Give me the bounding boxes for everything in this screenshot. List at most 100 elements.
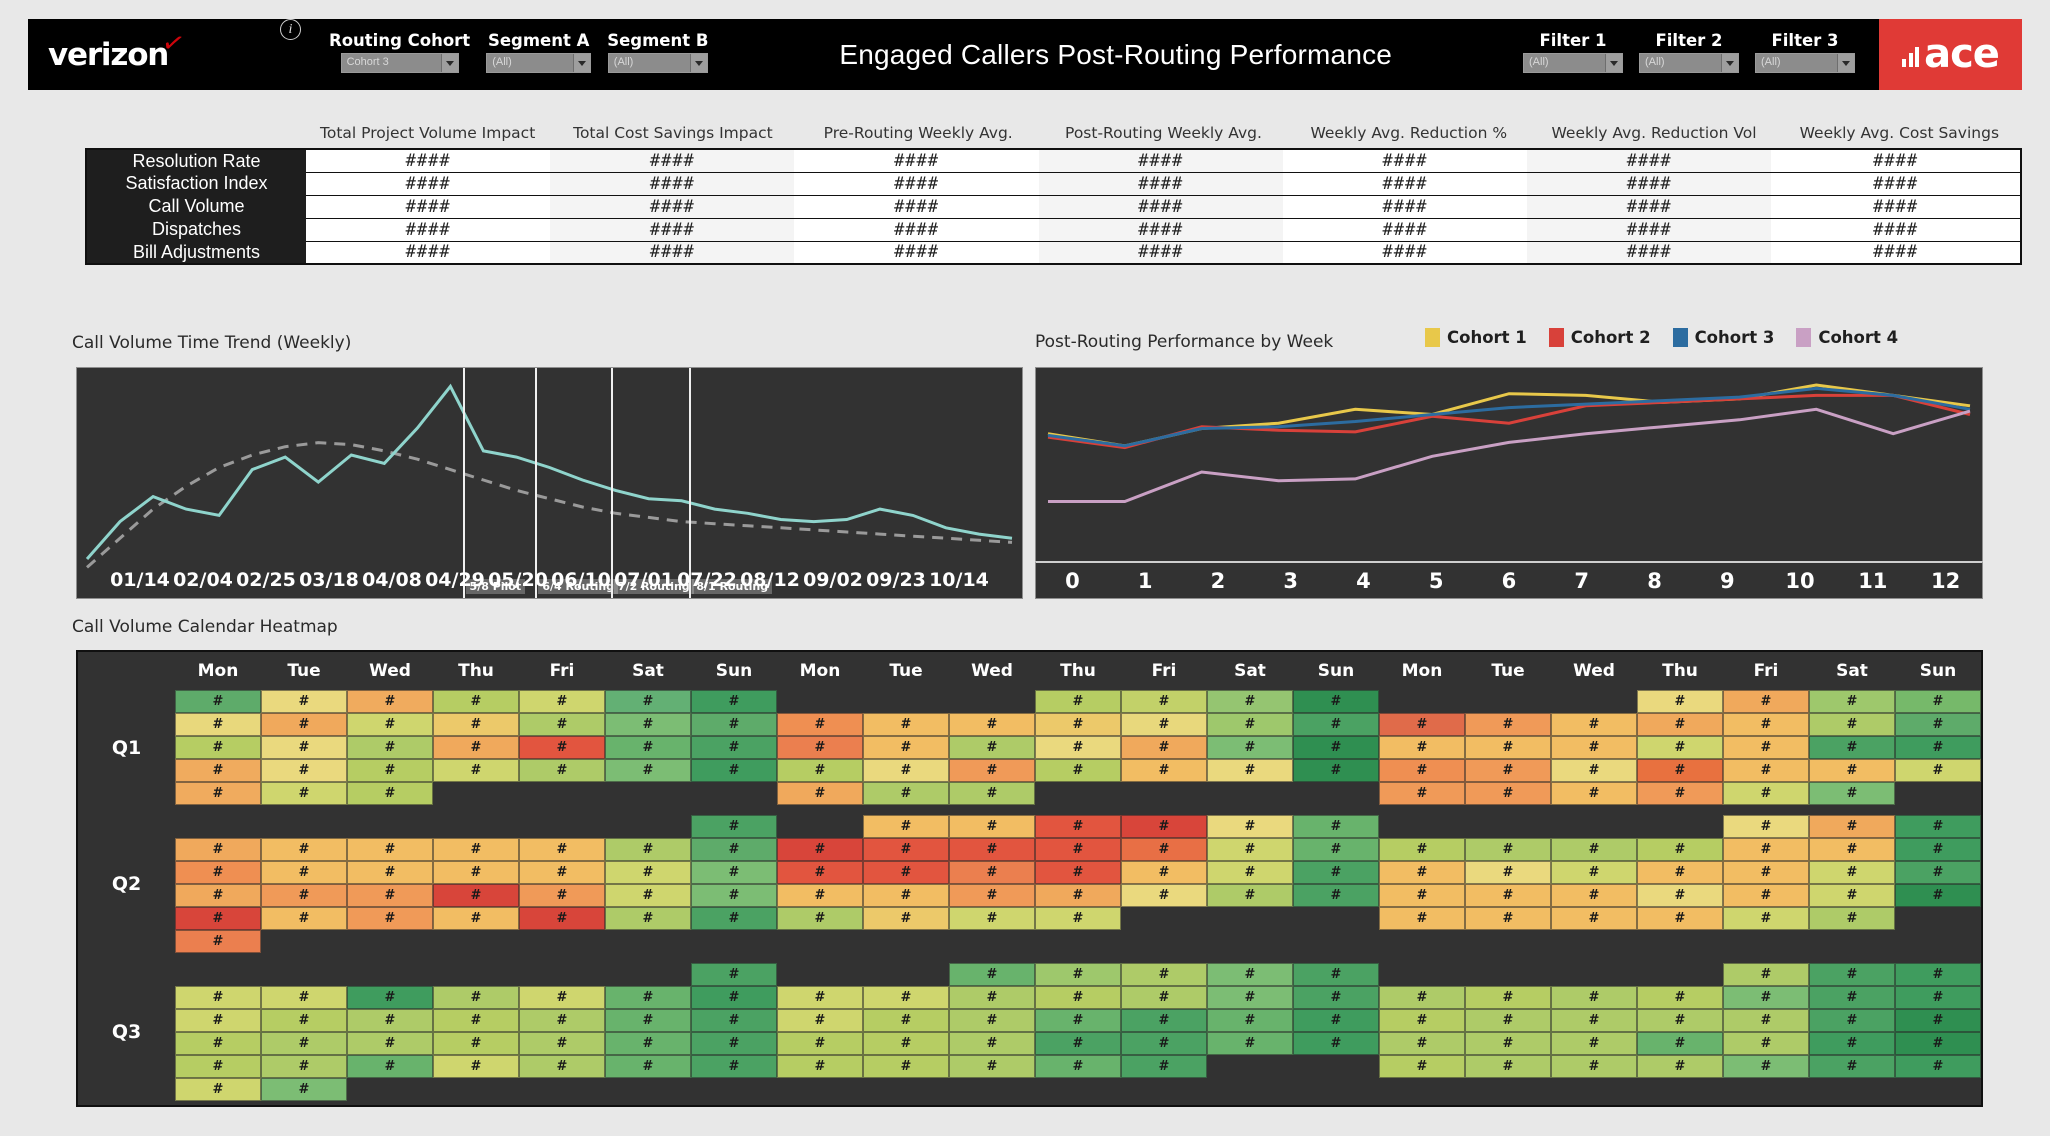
heatmap-cell[interactable]: # xyxy=(1121,815,1207,838)
heatmap-cell[interactable]: # xyxy=(777,986,863,1009)
legend-item[interactable]: Cohort 2 xyxy=(1548,328,1651,347)
filter-segment-a-dropdown[interactable]: (All) xyxy=(486,53,592,73)
heatmap-cell[interactable]: # xyxy=(1207,713,1293,736)
filter-routing-cohort-dropdown[interactable]: Cohort 3 xyxy=(340,53,459,73)
heatmap-cell[interactable]: # xyxy=(1723,815,1809,838)
heatmap-cell[interactable]: # xyxy=(1293,713,1379,736)
chevron-down-icon[interactable] xyxy=(440,54,458,72)
heatmap-cell[interactable]: # xyxy=(1465,907,1551,930)
heatmap-cell[interactable]: # xyxy=(1809,861,1895,884)
heatmap-cell[interactable]: # xyxy=(519,690,605,713)
heatmap-cell[interactable]: # xyxy=(1637,759,1723,782)
heatmap-cell[interactable]: # xyxy=(1809,759,1895,782)
heatmap-cell[interactable]: # xyxy=(433,713,519,736)
heatmap-cell[interactable]: # xyxy=(519,884,605,907)
heatmap-cell[interactable]: # xyxy=(1465,759,1551,782)
heatmap-cell[interactable]: # xyxy=(1723,861,1809,884)
heatmap-cell[interactable]: # xyxy=(1379,782,1465,805)
heatmap-cell[interactable]: # xyxy=(1723,1009,1809,1032)
heatmap-cell[interactable]: # xyxy=(863,861,949,884)
heatmap-cell[interactable]: # xyxy=(347,736,433,759)
heatmap-cell[interactable]: # xyxy=(1723,1032,1809,1055)
heatmap-cell[interactable]: # xyxy=(1637,713,1723,736)
heatmap-cell[interactable]: # xyxy=(1895,986,1981,1009)
heatmap-cell[interactable]: # xyxy=(1379,1055,1465,1078)
heatmap-cell[interactable]: # xyxy=(691,1009,777,1032)
heatmap-cell[interactable]: # xyxy=(175,736,261,759)
heatmap-cell[interactable]: # xyxy=(863,815,949,838)
heatmap-cell[interactable]: # xyxy=(175,690,261,713)
heatmap-cell[interactable]: # xyxy=(1121,986,1207,1009)
heatmap-cell[interactable]: # xyxy=(1723,907,1809,930)
heatmap-cell[interactable]: # xyxy=(1637,1055,1723,1078)
heatmap-cell[interactable]: # xyxy=(691,986,777,1009)
heatmap-cell[interactable]: # xyxy=(347,907,433,930)
chevron-down-icon[interactable] xyxy=(573,54,591,72)
heatmap-cell[interactable]: # xyxy=(519,1032,605,1055)
heatmap-cell[interactable]: # xyxy=(347,884,433,907)
heatmap-cell[interactable]: # xyxy=(1121,1055,1207,1078)
heatmap-cell[interactable]: # xyxy=(519,861,605,884)
heatmap-cell[interactable]: # xyxy=(1207,838,1293,861)
heatmap-cell[interactable]: # xyxy=(433,1032,519,1055)
heatmap-cell[interactable]: # xyxy=(1121,838,1207,861)
heatmap-cell[interactable]: # xyxy=(777,759,863,782)
heatmap-cell[interactable]: # xyxy=(1895,884,1981,907)
heatmap-cell[interactable]: # xyxy=(777,1009,863,1032)
heatmap-cell[interactable]: # xyxy=(1723,986,1809,1009)
heatmap-cell[interactable]: # xyxy=(1465,1009,1551,1032)
heatmap-cell[interactable]: # xyxy=(1207,1009,1293,1032)
heatmap-cell[interactable]: # xyxy=(1035,907,1121,930)
heatmap-cell[interactable]: # xyxy=(1723,1055,1809,1078)
heatmap-cell[interactable]: # xyxy=(1809,884,1895,907)
heatmap-cell[interactable]: # xyxy=(777,884,863,907)
legend-item[interactable]: Cohort 1 xyxy=(1425,328,1527,347)
heatmap-cell[interactable]: # xyxy=(175,1055,261,1078)
heatmap-cell[interactable]: # xyxy=(949,1009,1035,1032)
filter-2-dropdown[interactable]: (All) xyxy=(1639,53,1739,73)
heatmap-cell[interactable]: # xyxy=(1293,815,1379,838)
heatmap-cell[interactable]: # xyxy=(261,1009,347,1032)
heatmap-cell[interactable]: # xyxy=(1035,736,1121,759)
heatmap-cell[interactable]: # xyxy=(1551,884,1637,907)
heatmap-cell[interactable]: # xyxy=(1121,1032,1207,1055)
heatmap-cell[interactable]: # xyxy=(1809,1009,1895,1032)
heatmap-cell[interactable]: # xyxy=(261,986,347,1009)
heatmap-cell[interactable]: # xyxy=(175,713,261,736)
heatmap-cell[interactable]: # xyxy=(1035,815,1121,838)
heatmap-cell[interactable]: # xyxy=(261,736,347,759)
heatmap-cell[interactable]: # xyxy=(605,907,691,930)
heatmap-cell[interactable]: # xyxy=(1465,884,1551,907)
heatmap-cell[interactable]: # xyxy=(1895,1032,1981,1055)
heatmap-cell[interactable]: # xyxy=(1035,690,1121,713)
heatmap-cell[interactable]: # xyxy=(175,838,261,861)
heatmap-cell[interactable]: # xyxy=(1465,782,1551,805)
heatmap-cell[interactable]: # xyxy=(1207,986,1293,1009)
heatmap-cell[interactable]: # xyxy=(175,782,261,805)
heatmap-cell[interactable]: # xyxy=(1121,713,1207,736)
heatmap-cell[interactable]: # xyxy=(1551,1032,1637,1055)
heatmap-cell[interactable]: # xyxy=(1293,838,1379,861)
heatmap-cell[interactable]: # xyxy=(1723,759,1809,782)
heatmap-cell[interactable]: # xyxy=(1121,861,1207,884)
heatmap-cell[interactable]: # xyxy=(1551,861,1637,884)
chevron-down-icon[interactable] xyxy=(1721,54,1738,72)
heatmap-cell[interactable]: # xyxy=(1379,884,1465,907)
heatmap-cell[interactable]: # xyxy=(433,759,519,782)
heatmap-cell[interactable]: # xyxy=(1207,884,1293,907)
heatmap-cell[interactable]: # xyxy=(863,1032,949,1055)
heatmap-cell[interactable]: # xyxy=(949,963,1035,986)
heatmap-cell[interactable]: # xyxy=(1465,736,1551,759)
heatmap-cell[interactable]: # xyxy=(1379,713,1465,736)
heatmap-cell[interactable]: # xyxy=(605,759,691,782)
heatmap-cell[interactable]: # xyxy=(433,884,519,907)
heatmap-cell[interactable]: # xyxy=(261,1032,347,1055)
heatmap-cell[interactable]: # xyxy=(175,759,261,782)
heatmap-cell[interactable]: # xyxy=(1465,838,1551,861)
heatmap-cell[interactable]: # xyxy=(433,907,519,930)
heatmap-cell[interactable]: # xyxy=(433,838,519,861)
heatmap-cell[interactable]: # xyxy=(1207,1032,1293,1055)
heatmap-cell[interactable]: # xyxy=(175,986,261,1009)
heatmap-cell[interactable]: # xyxy=(1379,759,1465,782)
heatmap-cell[interactable]: # xyxy=(1551,1009,1637,1032)
